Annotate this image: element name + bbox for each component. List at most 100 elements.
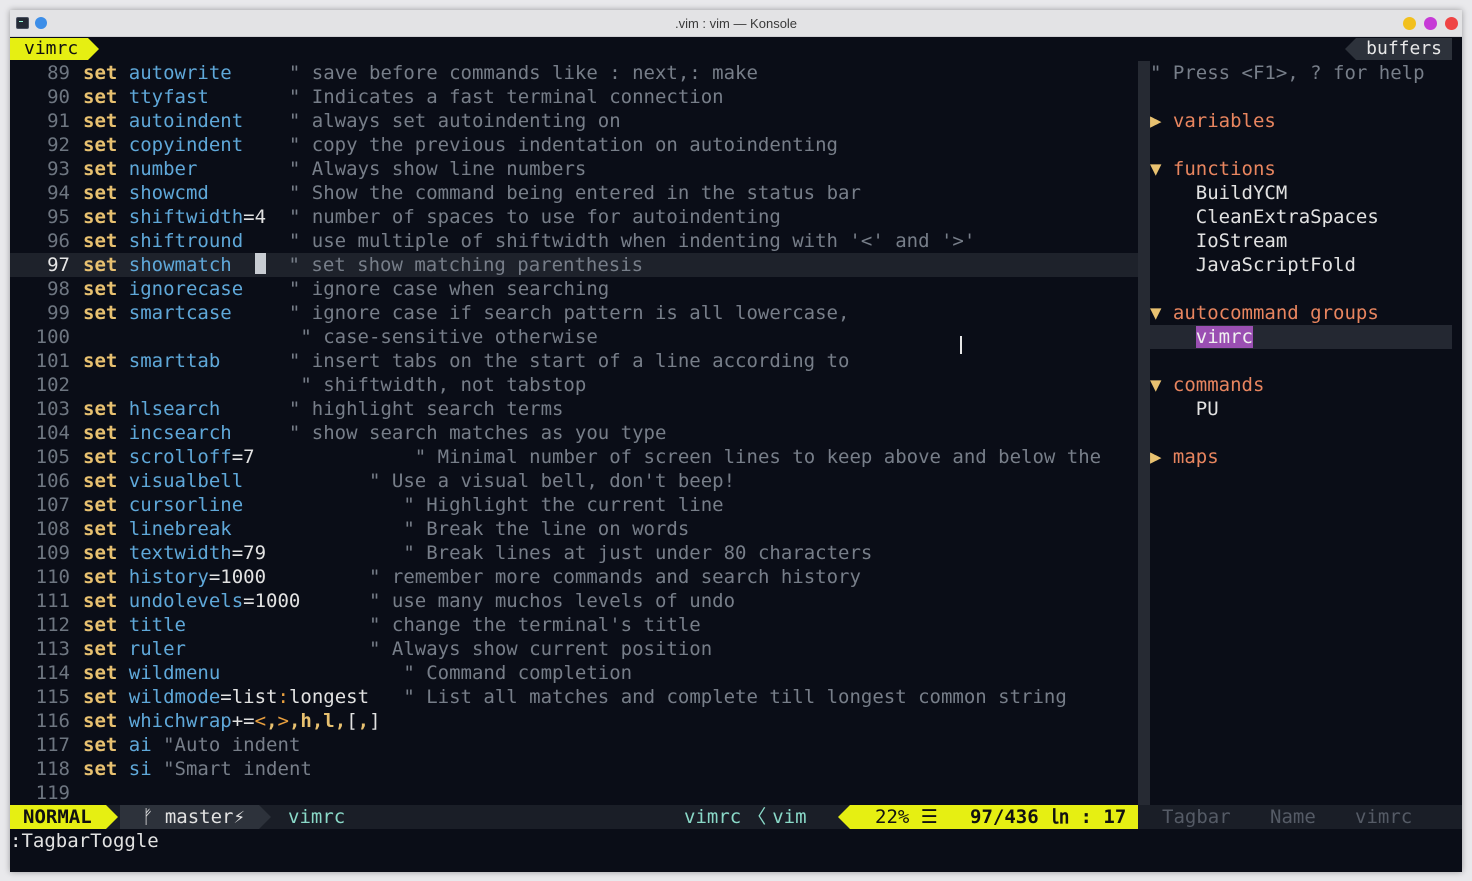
line-code: set title " change the terminal's title [83,614,701,636]
editor-line[interactable]: 95 set shiftwidth=4 " number of spaces to… [10,205,1138,229]
line-code: set ttyfast " Indicates a fast terminal … [83,86,724,108]
line-number: 114 [35,662,70,684]
editor-line[interactable]: 101 set smarttab " insert tabs on the sta… [10,349,1138,373]
line-number: 95 [47,206,70,228]
line-number: 92 [47,134,70,156]
editor-line[interactable]: 104 set incsearch " show search matches a… [10,421,1138,445]
editor-line[interactable]: 108 set linebreak " Break the line on wor… [10,517,1138,541]
line-code: set wildmode=list:longest " List all mat… [83,686,1067,708]
editor-line[interactable]: 105 set scrolloff=7 " Minimal number of s… [10,445,1138,469]
split-separator[interactable] [1138,61,1150,805]
line-code: set copyindent " copy the previous inden… [83,134,838,156]
line-number: 89 [47,62,70,84]
tagbar-spacer [1150,277,1452,301]
line-number: 100 [35,326,70,348]
line-number: 94 [47,182,70,204]
line-code: set wildmenu " Command completion [83,662,633,684]
line-number: 90 [47,86,70,108]
editor-line[interactable]: 102 " shiftwidth, not tabstop [10,373,1138,397]
line-number: 104 [35,422,70,444]
terminal[interactable]: vimrc buffers 89 set autowrite " save bef… [10,37,1462,872]
line-code: set autoindent " always set autoindentin… [83,110,621,132]
line-number: 96 [47,230,70,252]
tagbar-item[interactable]: JavaScriptFold [1150,253,1452,277]
editor-line[interactable]: 117 set ai "Auto indent [10,733,1138,757]
tagbar-group[interactable]: ▼ autocommand groups [1150,301,1452,325]
tagbar-item[interactable]: PU [1150,397,1452,421]
line-code: set shiftround " use multiple of shiftwi… [83,230,976,252]
line-column: 97/436 ㏑ : 17 [970,806,1127,828]
line-code: set showcmd " Show the command being ent… [83,182,861,204]
editor-line[interactable]: 94 set showcmd " Show the command being e… [10,181,1138,205]
line-code: set ai "Auto indent [83,734,301,756]
konsole-window: .vim : vim — Konsole vimrc buffers 89 set… [10,10,1462,872]
line-code: set smartcase " ignore case if search pa… [83,302,850,324]
scroll-percent: 22% ☰ [875,806,938,828]
editor-line[interactable]: 98 set ignorecase " ignore case when sear… [10,277,1138,301]
tagbar-group[interactable]: ▶ variables [1150,109,1452,133]
line-code: set showmatch " set show matching parent… [83,253,644,276]
maximize-button[interactable] [1424,17,1437,30]
line-number: 98 [47,278,70,300]
editor-line[interactable]: 92 set copyindent " copy the previous ind… [10,133,1138,157]
command-line[interactable]: :TagbarToggle [10,829,1462,853]
editor-line[interactable]: 113 set ruler " Always show current posit… [10,637,1138,661]
text-cursor [254,253,266,274]
editor-line[interactable]: 103 set hlsearch " highlight search terms [10,397,1138,421]
line-number: 93 [47,158,70,180]
editor-line[interactable]: 90 set ttyfast " Indicates a fast termina… [10,85,1138,109]
line-code: " case-sensitive otherwise [83,326,598,348]
tagbar-item[interactable]: IoStream [1150,229,1452,253]
mode-indicator: NORMAL [10,805,118,829]
line-number: 117 [35,734,70,756]
minimize-button[interactable] [1403,17,1416,30]
line-number: 112 [35,614,70,636]
editor-line[interactable]: 97 set showmatch " set show matching pare… [10,253,1138,277]
buffers-label[interactable]: buffers [1345,38,1452,60]
status-filetype: vimrc 〈 vim [684,805,807,829]
line-code: set hlsearch " highlight search terms [83,398,564,420]
line-code: set ruler " Always show current position [83,638,713,660]
tab-vimrc[interactable]: vimrc [10,38,100,60]
line-code: set cursorline " Highlight the current l… [83,494,724,516]
tagbar-item[interactable]: CleanExtraSpaces [1150,205,1452,229]
statusline: NORMAL ᚠ master⚡ vimrc vimrc 〈 vim 22% ☰ 9… [10,805,1462,829]
line-number: 97 [47,254,70,276]
editor-line[interactable]: 107 set cursorline " Highlight the curren… [10,493,1138,517]
editor-line[interactable]: 119 [10,781,1138,805]
editor-line[interactable]: 118 set si "Smart indent [10,757,1138,781]
close-button[interactable] [1445,17,1458,30]
line-code: set linebreak " Break the line on words [83,518,690,540]
editor-line[interactable]: 99 set smartcase " ignore case if search … [10,301,1138,325]
tagbar-group[interactable]: ▼ functions [1150,157,1452,181]
editor-line[interactable]: 96 set shiftround " use multiple of shift… [10,229,1138,253]
editor-line[interactable]: 111 set undolevels=1000 " use many muchos… [10,589,1138,613]
editor-line[interactable]: 93 set number " Always show line numbers [10,157,1138,181]
line-number: 106 [35,470,70,492]
line-number: 102 [35,374,70,396]
tagbar-group[interactable]: ▶ maps [1150,445,1452,469]
status-filetype-left: vimrc [684,806,742,828]
tagbar-status-title: Tagbar [1162,806,1231,828]
editor-pane[interactable]: 89 set autowrite " save before commands l… [10,61,1138,805]
editor-line[interactable]: 100 " case-sensitive otherwise [10,325,1138,349]
editor-line[interactable]: 112 set title " change the terminal's tit… [10,613,1138,637]
line-number: 111 [35,590,70,612]
editor-line[interactable]: 91 set autoindent " always set autoindent… [10,109,1138,133]
editor-line[interactable]: 116 set whichwrap+=<,>,h,l,[,] [10,709,1138,733]
editor-line[interactable]: 114 set wildmenu " Command completion [10,661,1138,685]
git-branch: ᚠ master⚡ [120,805,271,829]
fold-open-icon: ▼ [1150,374,1173,396]
editor-line[interactable]: 89 set autowrite " save before commands l… [10,61,1138,85]
editor-line[interactable]: 115 set wildmode=list:longest " List all … [10,685,1138,709]
editor-line[interactable]: 110 set history=1000 " remember more comm… [10,565,1138,589]
line-number: 105 [35,446,70,468]
tagbar-item[interactable]: BuildYCM [1150,181,1452,205]
editor-line[interactable]: 106 set visualbell " Use a visual bell, d… [10,469,1138,493]
tagbar-pane[interactable]: " Press <F1>, ? for help ▶ variables ▼ fun… [1150,61,1452,805]
line-code: set ignorecase " ignore case when search… [83,278,610,300]
tagbar-item[interactable]: vimrc [1150,325,1452,349]
line-code: " shiftwidth, not tabstop [83,374,587,396]
editor-line[interactable]: 109 set textwidth=79 " Break lines at jus… [10,541,1138,565]
tagbar-group[interactable]: ▼ commands [1150,373,1452,397]
